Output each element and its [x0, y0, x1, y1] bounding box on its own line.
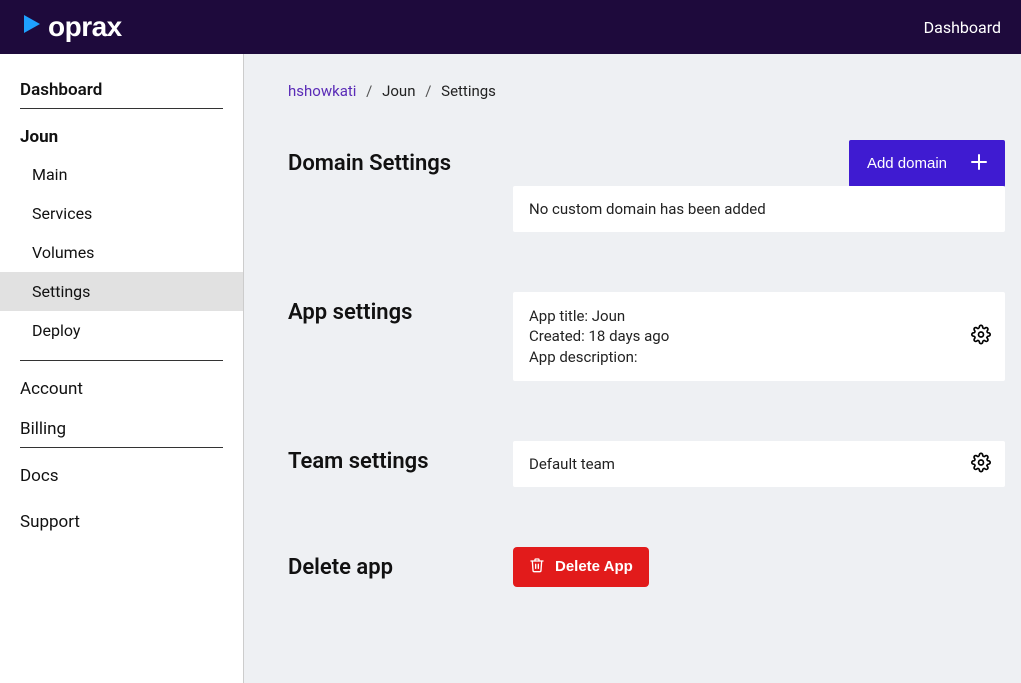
app-title-line: App title: Joun [529, 306, 989, 326]
play-icon [20, 11, 44, 43]
sidebar-item-deploy[interactable]: Deploy [20, 311, 223, 350]
section-delete: Delete app Delete App [288, 547, 1005, 587]
sidebar-dashboard[interactable]: Dashboard [20, 68, 223, 109]
breadcrumb-user[interactable]: hshowkati [288, 82, 356, 100]
app-settings-card: App title: Joun Created: 18 days ago App… [513, 292, 1005, 381]
domain-empty-text: No custom domain has been added [529, 200, 766, 218]
sidebar-item-volumes[interactable]: Volumes [20, 233, 223, 272]
sidebar-account[interactable]: Account [20, 361, 223, 407]
sidebar-item-main[interactable]: Main [20, 155, 223, 194]
sidebar: Dashboard Joun Main Services Volumes Set… [0, 54, 244, 683]
sidebar-docs[interactable]: Docs [20, 448, 223, 494]
breadcrumb: hshowkati / Joun / Settings [288, 82, 1005, 100]
gear-icon [971, 333, 991, 348]
add-domain-button[interactable]: Add domain [849, 140, 1005, 187]
breadcrumb-sep: / [425, 82, 431, 100]
breadcrumb-page: Settings [441, 82, 496, 100]
sidebar-support[interactable]: Support [20, 494, 223, 540]
brand-text: oprax [48, 11, 122, 43]
section-title-domain: Domain Settings [288, 151, 451, 176]
team-name: Default team [529, 455, 615, 473]
section-title-delete: Delete app [288, 547, 513, 580]
add-domain-label: Add domain [867, 155, 947, 172]
section-app: App settings App title: Joun Created: 18… [288, 292, 1005, 381]
sidebar-app-name[interactable]: Joun [20, 109, 223, 155]
section-title-app: App settings [288, 292, 513, 325]
app-settings-gear-button[interactable] [971, 325, 991, 348]
breadcrumb-sep: / [366, 82, 372, 100]
team-settings-card: Default team [513, 441, 1005, 487]
sidebar-item-services[interactable]: Services [20, 194, 223, 233]
section-team: Team settings Default team [288, 441, 1005, 487]
delete-app-button[interactable]: Delete App [513, 547, 649, 587]
sidebar-billing[interactable]: Billing [20, 407, 223, 448]
trash-icon [529, 557, 545, 577]
brand-logo[interactable]: oprax [20, 11, 122, 43]
section-title-team: Team settings [288, 441, 513, 474]
team-settings-gear-button[interactable] [971, 452, 991, 475]
delete-app-label: Delete App [555, 558, 633, 575]
plus-icon [971, 154, 987, 173]
sidebar-item-settings[interactable]: Settings [0, 272, 243, 311]
gear-icon [971, 460, 991, 475]
app-description-line: App description: [529, 347, 989, 367]
section-domain: Domain Settings Add domain No custom dom… [288, 140, 1005, 232]
top-bar: oprax Dashboard [0, 0, 1021, 54]
topnav-dashboard[interactable]: Dashboard [924, 18, 1001, 37]
app-created-line: Created: 18 days ago [529, 326, 989, 346]
breadcrumb-app[interactable]: Joun [382, 82, 415, 100]
domain-card: No custom domain has been added [513, 186, 1005, 232]
main-content: hshowkati / Joun / Settings Domain Setti… [244, 54, 1021, 683]
